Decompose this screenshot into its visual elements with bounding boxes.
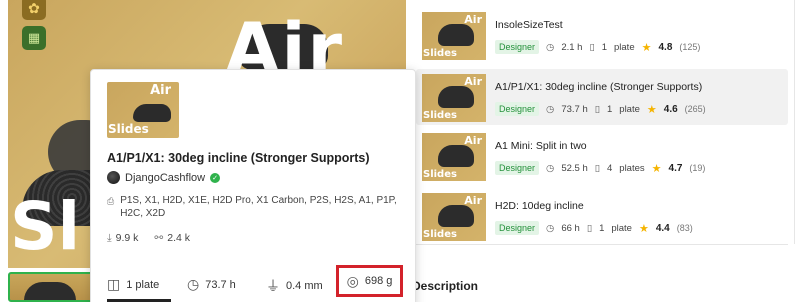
plate-label: plate — [619, 103, 640, 115]
star-icon: ★ — [651, 162, 662, 175]
hero-text-slides: Sl — [10, 188, 81, 265]
gallery-thumbnail-selected[interactable] — [8, 272, 96, 302]
boost-count: 2.4 k — [167, 232, 190, 244]
rating-value: 4.6 — [663, 103, 678, 115]
filament-icon: ◎ — [346, 272, 359, 289]
thumb-text-slides: Slides — [423, 48, 457, 59]
plate-count: 1 — [601, 41, 607, 53]
clock-icon: ◷ — [546, 162, 555, 174]
thumb-text-air: Air — [464, 134, 482, 147]
designer-tag: Designer — [495, 102, 540, 116]
thumb-text-slides: Slides — [423, 229, 457, 240]
list-item-title[interactable]: A1 Mini: Split in two — [495, 140, 587, 152]
list-item-title[interactable]: InsoleSizeTest — [495, 19, 563, 31]
plate-icon: ▯ — [594, 162, 600, 174]
plate-label: plate — [614, 41, 635, 53]
plate-count: 4 — [606, 162, 613, 174]
rating-count: (265) — [684, 104, 706, 114]
weight-value: 698 g — [364, 275, 393, 287]
list-item[interactable]: Air Slides A1 Mini: Split in two Designer… — [416, 128, 788, 184]
designer-tag: Designer — [495, 40, 540, 54]
award-badge-icon: ✿ — [22, 0, 46, 20]
plate-count: 1 — [599, 222, 605, 234]
star-icon: ★ — [646, 103, 657, 116]
author-row[interactable]: DjangoCashflow ✓ — [107, 171, 221, 184]
description-heading[interactable]: Description — [412, 279, 478, 293]
star-icon: ★ — [638, 222, 649, 235]
thumb-text-slides: Slides — [108, 122, 149, 136]
popup-counts: ⤓ 9.9 k ⚯ 2.4 k — [107, 232, 190, 245]
popup-stats: ◫ 1 plate ◷ 73.7 h ⏚ 0.4 mm ◎ 698 g — [91, 265, 417, 300]
list-item[interactable]: Air Slides InsoleSizeTest Designer ◷ 2.1 h… — [416, 7, 788, 63]
plate-label: plates — [619, 162, 645, 174]
list-item-thumbnail: Air Slides — [422, 193, 486, 241]
print-time: 52.5 h — [561, 162, 588, 174]
stat-time: ◷ 73.7 h — [187, 276, 236, 293]
printer-icon: ⎙ — [107, 196, 115, 206]
star-icon: ★ — [641, 41, 652, 54]
list-item-title[interactable]: A1/P1/X1: 30deg incline (Stronger Suppor… — [495, 81, 702, 93]
list-item[interactable]: Air Slides H2D: 10deg incline Designer ◷ 6… — [416, 188, 788, 244]
nozzle-icon: ⏚ — [266, 278, 280, 294]
plate-icon: ▯ — [589, 41, 595, 53]
clock-icon: ◷ — [546, 222, 555, 234]
thumb-text-slides: Slides — [423, 110, 457, 121]
list-item-meta: Designer ◷ 52.5 h ▯ 4 plates ★ 4.7 (19) — [495, 161, 705, 175]
designer-tag: Designer — [495, 221, 540, 235]
printer-list: P1S, X1, H2D, X1E, H2D Pro, X1 Carbon, P… — [120, 195, 397, 219]
list-item-title[interactable]: H2D: 10deg incline — [495, 200, 584, 212]
list-item-meta: Designer ◷ 73.7 h ▯ 1 plate ★ 4.6 (265) — [495, 102, 706, 116]
grid-badge-icon: ▦ — [22, 26, 46, 50]
list-item-meta: Designer ◷ 2.1 h ▯ 1 plate ★ 4.8 (125) — [495, 40, 700, 54]
rating-count: (19) — [689, 163, 706, 173]
list-item-thumbnail: Air Slides — [422, 74, 486, 122]
list-item-meta: Designer ◷ 66 h ▯ 1 plate ★ 4.4 (83) — [495, 221, 693, 235]
model-preview-popup[interactable]: Air Slides A1/P1/X1: 30deg incline (Stro… — [90, 69, 416, 302]
plate-icon: ◫ — [107, 276, 121, 292]
designer-tag: Designer — [495, 161, 540, 175]
thumb-text-air: Air — [464, 13, 482, 26]
rating-value: 4.7 — [668, 162, 683, 174]
related-models-list: Air Slides InsoleSizeTest Designer ◷ 2.1 h… — [416, 0, 795, 244]
popup-thumbnail: Air Slides — [107, 82, 179, 138]
compatible-printers: ⎙ P1S, X1, H2D, X1E, H2D Pro, X1 Carbon,… — [107, 194, 407, 220]
print-time: 2.1 h — [561, 41, 583, 53]
stat-nozzle: ⏚ 0.4 mm — [266, 276, 323, 296]
rating-value: 4.4 — [655, 222, 670, 234]
divider — [416, 244, 788, 245]
clock-icon: ◷ — [187, 276, 200, 292]
boost-icon: ⚯ — [154, 232, 164, 244]
thumb-text-air: Air — [150, 83, 171, 98]
stat-plates: ◫ 1 plate — [107, 276, 159, 293]
author-name[interactable]: DjangoCashflow — [125, 172, 205, 184]
thumb-text-air: Air — [464, 75, 482, 88]
plate-label: plate — [611, 222, 632, 234]
plate-value: 1 plate — [126, 278, 160, 291]
plate-icon: ▯ — [586, 222, 593, 234]
verified-icon: ✓ — [210, 172, 221, 183]
stat-weight-highlighted: ◎ 698 g — [336, 265, 403, 297]
rating-count: (83) — [676, 223, 693, 233]
rating-value: 4.8 — [658, 41, 673, 53]
clock-icon: ◷ — [546, 41, 555, 53]
print-time: 73.7 h — [561, 103, 588, 115]
thumb-text-air: Air — [464, 194, 482, 207]
download-count: 9.9 k — [115, 232, 139, 244]
avatar — [107, 171, 120, 184]
popup-title[interactable]: A1/P1/X1: 30deg incline (Stronger Suppor… — [107, 151, 407, 165]
download-icon: ⤓ — [107, 232, 112, 244]
rating-count: (125) — [679, 42, 701, 52]
plate-count: 1 — [606, 103, 613, 115]
thumb-text-slides: Slides — [423, 169, 457, 180]
list-item-thumbnail: Air Slides — [422, 133, 486, 181]
list-item-thumbnail: Air Slides — [422, 12, 486, 60]
time-value: 73.7 h — [205, 278, 236, 291]
clock-icon: ◷ — [546, 103, 555, 115]
list-item[interactable]: Air Slides A1/P1/X1: 30deg incline (Stron… — [416, 69, 788, 125]
plate-icon: ▯ — [594, 103, 600, 115]
print-time: 66 h — [561, 222, 580, 234]
nozzle-value: 0.4 mm — [286, 280, 323, 292]
